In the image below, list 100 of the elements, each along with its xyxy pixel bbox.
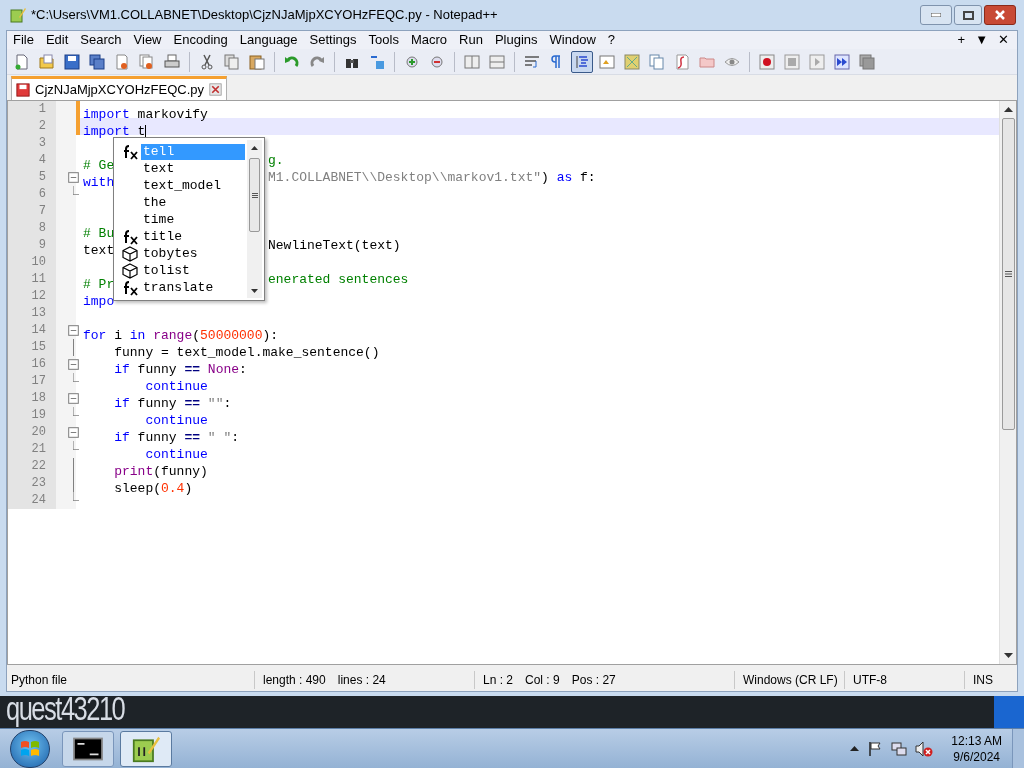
fold-toggle-icon[interactable] — [68, 359, 79, 370]
scroll-down-icon — [251, 289, 258, 293]
clock-time[interactable]: 12:13 AM — [951, 732, 1002, 749]
code-line: # Pr — [83, 277, 115, 292]
line-number: 17 — [8, 373, 56, 390]
muted-speaker-icon[interactable] — [915, 740, 934, 757]
line-number: 12 — [8, 288, 56, 305]
maximize-button[interactable] — [954, 5, 982, 25]
line-number: 15 — [8, 339, 56, 356]
code-line: for i in range(50000000): — [83, 328, 279, 343]
menu-item[interactable]: Search — [74, 31, 128, 49]
start-button[interactable] — [10, 729, 50, 768]
line-number: 19 — [8, 407, 56, 424]
code-line: import markovify — [83, 107, 208, 122]
suggestion-item[interactable]: tobytes — [141, 245, 245, 262]
dropdown-button[interactable]: ▼ — [975, 31, 988, 49]
menu-item[interactable]: Plugins — [488, 31, 544, 49]
line-number: 9 — [8, 237, 56, 254]
status-text: length : 490 — [263, 672, 326, 689]
scissors-icon — [199, 53, 215, 70]
scrollbar-thumb[interactable] — [249, 158, 260, 232]
documents-icon — [649, 53, 665, 70]
minimize-icon — [931, 13, 941, 17]
play-icon — [809, 53, 825, 70]
close-document-button[interactable]: ✕ — [998, 31, 1009, 49]
fold-toggle-icon[interactable] — [68, 393, 79, 404]
scrollbar-thumb[interactable] — [1001, 118, 1015, 430]
indent-guide-button[interactable] — [571, 50, 593, 73]
indent-guide-icon — [574, 53, 590, 70]
code-line: M1.COLLABNET\\Desktop\\markov1.txt") as f: — [268, 169, 596, 186]
suggestion-item[interactable]: translate — [141, 279, 245, 296]
cube-icon — [122, 262, 138, 279]
menu-item[interactable]: Macro — [404, 31, 454, 49]
add-button[interactable]: + — [957, 31, 966, 49]
line-number: 8 — [8, 220, 56, 237]
menu-item[interactable]: Tools — [362, 31, 405, 49]
suggestion-item[interactable]: the — [141, 194, 245, 211]
code-line: enerated sentences — [268, 271, 409, 288]
language-label: Python file — [11, 672, 68, 689]
menu-item[interactable]: File — [7, 31, 40, 49]
menu-item[interactable]: View — [127, 31, 168, 49]
menu-item[interactable]: Window — [543, 31, 602, 49]
menu-item[interactable]: Settings — [303, 31, 363, 49]
suggestion-item[interactable]: title — [141, 228, 245, 245]
suggestion-item[interactable]: tolist — [141, 262, 245, 279]
menu-item[interactable]: Run — [453, 31, 489, 49]
line-number: 10 — [8, 254, 56, 271]
code-line: text — [83, 243, 115, 258]
show-desktop-button[interactable] — [1012, 728, 1024, 768]
fold-toggle-icon[interactable] — [68, 172, 79, 183]
close-button[interactable] — [984, 5, 1016, 25]
code-line: continue — [144, 413, 208, 428]
status-text: Col : 9 — [525, 672, 560, 689]
show-hidden-icons-icon[interactable] — [850, 746, 860, 751]
line-number: 22 — [8, 458, 56, 475]
line-number: 24 — [8, 492, 56, 509]
suggestion-item[interactable]: text — [141, 160, 245, 177]
menu-item[interactable]: Encoding — [167, 31, 234, 49]
line-number: 7 — [8, 203, 56, 220]
sync-vertical-icon — [464, 53, 480, 70]
code-line: if funny == " ": — [113, 430, 240, 445]
notepad-app-button[interactable] — [120, 730, 172, 767]
menu-item[interactable]: Language — [233, 31, 304, 49]
close-all-icon — [139, 53, 155, 70]
desktop-wallpaper-shape — [994, 696, 1024, 728]
code-line: # Ge — [83, 158, 115, 173]
flag-icon[interactable] — [867, 740, 884, 757]
map-icon — [624, 53, 640, 70]
paste-icon — [249, 53, 265, 70]
save-icon — [64, 53, 80, 70]
notepad-app-icon — [10, 7, 26, 23]
code-line: with — [83, 175, 115, 190]
code-line: NewlineText(text) — [268, 237, 401, 254]
code-line: # Bu — [83, 226, 115, 241]
console-app-button[interactable] — [62, 730, 114, 767]
file-tab[interactable]: CjzNJaMjpXCYOHzFEQC.py — [11, 76, 228, 100]
notepad-icon — [131, 734, 161, 763]
line-number: 13 — [8, 305, 56, 322]
menu-item[interactable]: Edit — [39, 31, 75, 49]
menu-item[interactable]: ? — [601, 31, 622, 49]
record-icon — [759, 53, 775, 70]
suggestion-item[interactable]: text_model — [141, 177, 245, 194]
zoom-in-icon — [404, 53, 420, 70]
tab-close-icon[interactable] — [209, 83, 223, 96]
fold-toggle-icon[interactable] — [68, 427, 79, 438]
restore-icon — [962, 10, 974, 20]
status-text: Pos : 27 — [571, 672, 616, 689]
save-macro-icon — [859, 53, 875, 70]
code-line: funny = text_model.make_sentence() — [113, 345, 380, 360]
clock-date[interactable]: 9/6/2024 — [953, 748, 1000, 765]
code-line: if funny == "": — [113, 396, 232, 411]
suggestion-item[interactable]: time — [141, 211, 245, 228]
windows-logo-icon — [20, 739, 40, 758]
popup-scrollbar[interactable] — [247, 140, 262, 298]
line-number: 4 — [8, 152, 56, 169]
scroll-up-icon — [251, 146, 258, 150]
vertical-scrollbar[interactable] — [999, 101, 1016, 664]
fold-toggle-icon[interactable] — [68, 325, 79, 336]
encoding-label: UTF-8 — [853, 672, 887, 689]
network-icon[interactable] — [891, 740, 908, 757]
